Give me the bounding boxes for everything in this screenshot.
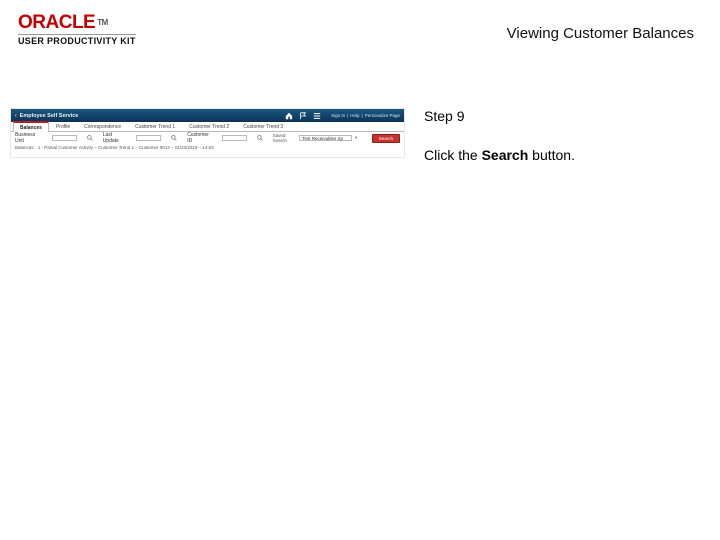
instruction-suffix: button. xyxy=(528,147,575,163)
meta-value: 1 - Partial Customer Activity – Customer… xyxy=(38,145,214,150)
home-icon[interactable] xyxy=(285,112,293,120)
search-icon[interactable] xyxy=(257,135,263,142)
brand-logo: ORACLETM xyxy=(18,14,136,32)
tab-customer-trend-2[interactable]: Customer Trend 2 xyxy=(182,121,236,131)
tab-balances[interactable]: Balances xyxy=(13,121,49,132)
input-last-update[interactable] xyxy=(136,135,161,141)
search-button[interactable]: Search xyxy=(372,134,400,143)
brand-divider xyxy=(18,34,136,35)
tab-customer-trend-3[interactable]: Customer Trend 3 xyxy=(236,121,290,131)
label-customer-id: Customer ID xyxy=(187,132,212,144)
back-chevron-icon[interactable]: ‹ xyxy=(15,113,17,119)
saved-search-group: Saved Search Test Receivables Sp ▾ xyxy=(273,133,359,143)
header-util-links: Sign In | Help | Personalize Page xyxy=(331,113,400,118)
page-title: Viewing Customer Balances xyxy=(507,25,694,42)
instruction-text: Click the Search button. xyxy=(424,146,694,165)
brand-subtitle: USER PRODUCTIVITY KIT xyxy=(18,36,136,46)
label-last-update: Last Update xyxy=(103,132,127,144)
tab-correspondence[interactable]: Correspondence xyxy=(77,121,128,131)
label-business-unit: Business Unit xyxy=(15,132,42,144)
step-label: Step 9 xyxy=(424,108,694,124)
saved-search-label: Saved Search xyxy=(273,133,298,143)
util-sep: | xyxy=(347,113,348,118)
tab-profile[interactable]: Profile xyxy=(49,121,77,131)
tab-row: Balances Profile Correspondence Customer… xyxy=(11,122,404,132)
util-help[interactable]: Help xyxy=(350,113,359,118)
instruction-prefix: Click the xyxy=(424,147,482,163)
search-icon[interactable] xyxy=(171,135,177,142)
tab-customer-trend-1[interactable]: Customer Trend 1 xyxy=(128,121,182,131)
search-icon[interactable] xyxy=(87,135,93,142)
util-signin[interactable]: Sign In xyxy=(331,113,345,118)
menu-icon[interactable] xyxy=(313,112,321,120)
result-meta-row: Balances: 1 - Partial Customer Activity … xyxy=(11,144,404,151)
input-customer-id[interactable] xyxy=(222,135,247,141)
brand-block: ORACLETM USER PRODUCTIVITY KIT xyxy=(18,14,136,46)
instruction-panel: Step 9 Click the Search button. xyxy=(424,108,694,165)
meta-prefix: Balances: xyxy=(15,145,35,150)
filter-row: Business Unit Last Update Customer ID Sa… xyxy=(11,132,404,144)
input-business-unit[interactable] xyxy=(52,135,77,141)
util-personalize[interactable]: Personalize Page xyxy=(365,113,400,118)
brand-name: ORACLE xyxy=(18,12,95,33)
app-header-title: Employee Self Service xyxy=(20,113,285,119)
training-slide: ORACLETM USER PRODUCTIVITY KIT Viewing C… xyxy=(0,0,720,540)
header-icon-row xyxy=(285,112,321,120)
chevron-down-icon[interactable]: ▾ xyxy=(354,135,359,141)
saved-search-value: Test Receivables Sp xyxy=(300,136,343,141)
saved-search-select[interactable]: Test Receivables Sp xyxy=(299,135,351,141)
brand-tm: TM xyxy=(97,18,108,27)
instruction-button-name: Search xyxy=(482,147,529,163)
flag-icon[interactable] xyxy=(299,112,307,120)
util-sep: | xyxy=(362,113,363,118)
app-screenshot: ‹ Employee Self Service Sign In | Help |… xyxy=(10,108,405,158)
